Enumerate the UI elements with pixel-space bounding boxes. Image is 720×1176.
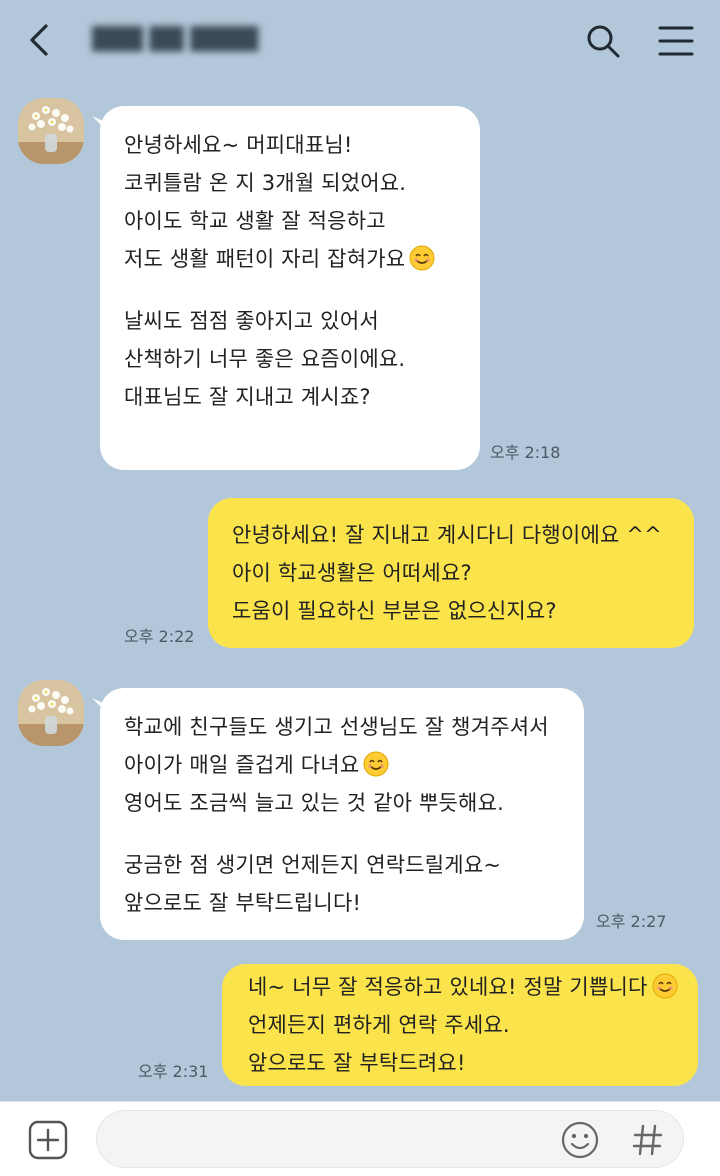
flower-vase-avatar-icon — [18, 98, 84, 164]
sender-avatar[interactable] — [18, 98, 84, 164]
chat-header: ███ ██ ████ — [0, 0, 720, 80]
message-bubble-received[interactable]: 안녕하세요~ 머피대표님! 코퀴틀람 온 지 3개월 되었어요. 아이도 학교 … — [100, 106, 480, 470]
sender-avatar[interactable] — [18, 680, 84, 746]
smiling-face-emoji-icon — [652, 973, 678, 999]
message-line: 아이가 매일 즐겁게 다녀요 — [124, 753, 360, 777]
hamburger-menu-icon[interactable] — [656, 22, 696, 60]
message-bubble-sent[interactable]: 안녕하세요! 잘 지내고 계시다니 다행이에요 ^^ 아이 학교생활은 어떠세요… — [208, 498, 694, 648]
hash-icon[interactable] — [630, 1120, 666, 1160]
smiling-face-emoji-icon — [363, 751, 389, 777]
message-line: 저도 생활 패턴이 자리 잡혀가요 — [124, 247, 406, 271]
message-line: 산책하기 너무 좋은 요즘이에요. — [124, 347, 406, 371]
message-line: 안녕하세요~ 머피대표님! — [124, 133, 353, 157]
message-line: 대표님도 잘 지내고 계시죠? — [124, 385, 371, 409]
message-line: 날씨도 점점 좋아지고 있어서 — [124, 309, 379, 333]
message-line: 궁금한 점 생기면 언제든지 연락드릴게요~ — [124, 853, 502, 877]
flower-vase-avatar-icon — [18, 680, 84, 746]
smiling-face-emoji-icon — [409, 245, 435, 271]
message-line: 안녕하세요! 잘 지내고 계시다니 다행이에요 ^^ — [232, 523, 662, 547]
message-line: 코퀴틀람 온 지 3개월 되었어요. — [124, 171, 407, 195]
search-icon[interactable] — [584, 22, 622, 60]
message-line: 영어도 조금씩 늘고 있는 것 같아 뿌듯해요. — [124, 791, 504, 815]
message-line: 도움이 필요하신 부분은 없으신지요? — [232, 599, 557, 623]
message-line: 언제든지 편하게 연락 주세요. — [248, 1013, 510, 1037]
message-line: 학교에 친구들도 생기고 선생님도 잘 챙겨주셔서 — [124, 715, 549, 739]
message-line: 앞으로도 잘 부탁드려요! — [248, 1051, 466, 1075]
message-timestamp: 오후 2:31 — [138, 1062, 209, 1081]
message-timestamp: 오후 2:27 — [596, 912, 667, 931]
plus-square-icon[interactable] — [28, 1120, 68, 1160]
message-line: 앞으로도 잘 부탁드립니다! — [124, 891, 362, 915]
smiley-icon[interactable] — [560, 1120, 600, 1160]
message-timestamp: 오후 2:18 — [490, 443, 561, 462]
message-line: 아이 학교생활은 어떠세요? — [232, 561, 472, 585]
chat-title: ███ ██ ████ — [92, 27, 259, 52]
message-bubble-received[interactable]: 학교에 친구들도 생기고 선생님도 잘 챙겨주셔서 아이가 매일 즐겁게 다녀요… — [100, 688, 584, 940]
back-arrow-icon[interactable] — [22, 22, 58, 58]
message-bubble-sent[interactable]: 네~ 너무 잘 적응하고 있네요! 정말 기쁩니다 언제든지 편하게 연락 주세… — [222, 964, 698, 1086]
message-line: 아이도 학교 생활 잘 적응하고 — [124, 209, 386, 233]
message-line: 네~ 너무 잘 적응하고 있네요! 정말 기쁩니다 — [248, 975, 648, 999]
message-timestamp: 오후 2:22 — [124, 627, 195, 646]
message-input-bar — [0, 1101, 720, 1176]
